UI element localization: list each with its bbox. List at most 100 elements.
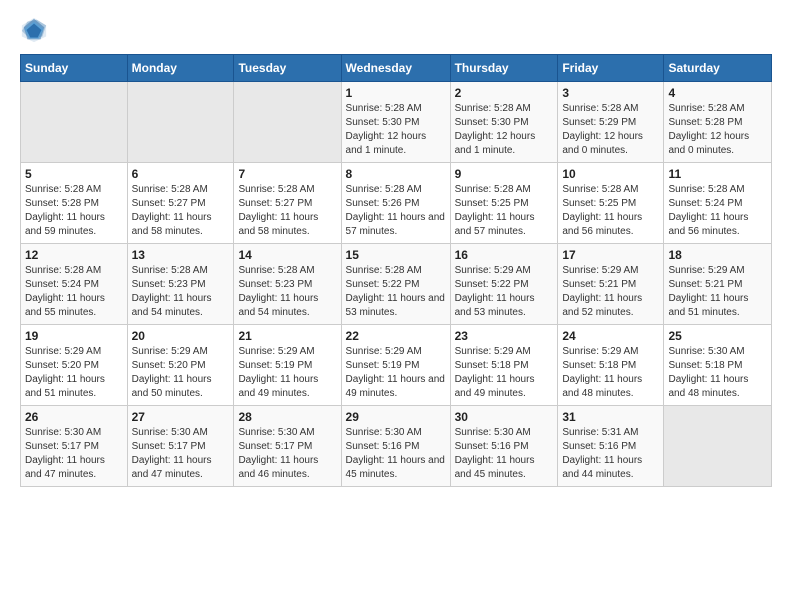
calendar-cell: 14 Sunrise: 5:28 AMSunset: 5:23 PMDayligh… — [234, 244, 341, 325]
day-number: 13 — [132, 248, 230, 262]
day-number: 30 — [455, 410, 554, 424]
day-number: 22 — [346, 329, 446, 343]
header — [20, 16, 772, 44]
day-info: Sunrise: 5:29 AMSunset: 5:22 PMDaylight:… — [455, 264, 554, 320]
day-info: Sunrise: 5:30 AMSunset: 5:17 PMDaylight:… — [132, 426, 230, 482]
day-info: Sunrise: 5:28 AMSunset: 5:30 PMDaylight:… — [455, 102, 554, 158]
page-container: SundayMondayTuesdayWednesdayThursdayFrid… — [0, 0, 792, 497]
day-number: 12 — [25, 248, 123, 262]
header-row: SundayMondayTuesdayWednesdayThursdayFrid… — [21, 55, 772, 82]
calendar-cell: 22Sunrise: 5:29 AMSunset: 5:19 PMDayligh… — [341, 325, 450, 406]
calendar-cell: 6Sunrise: 5:28 AMSunset: 5:27 PMDaylight… — [127, 163, 234, 244]
day-number: 20 — [132, 329, 230, 343]
day-info: Sunrise: 5:29 AMSunset: 5:21 PMDaylight:… — [562, 264, 659, 320]
day-info: Sunrise: 5:29 AMSunset: 5:19 PMDaylight:… — [238, 345, 336, 401]
day-header-tuesday: Tuesday — [234, 55, 341, 82]
day-info: Sunrise: 5:28 AMSunset: 5:23 PMDaylight:… — [132, 264, 230, 320]
calendar-cell: 8Sunrise: 5:28 AMSunset: 5:26 PMDaylight… — [341, 163, 450, 244]
day-number: 24 — [562, 329, 659, 343]
day-info: Sunrise: 5:30 AMSunset: 5:17 PMDaylight:… — [25, 426, 123, 482]
day-number: 18 — [668, 248, 767, 262]
day-info: Sunrise: 5:29 AMSunset: 5:21 PMDaylight:… — [668, 264, 767, 320]
day-header-thursday: Thursday — [450, 55, 558, 82]
calendar-cell: 30 Sunrise: 5:30 AMSunset: 5:16 PMDayligh… — [450, 406, 558, 487]
day-info: Sunrise: 5:29 AMSunset: 5:20 PMDaylight:… — [132, 345, 230, 401]
day-info: Sunrise: 5:28 AMSunset: 5:28 PMDaylight:… — [25, 183, 123, 239]
calendar-cell: 15 Sunrise: 5:28 AMSunset: 5:22 PMDayligh… — [341, 244, 450, 325]
calendar-cell: 5 Sunrise: 5:28 AMSunset: 5:28 PMDaylight… — [21, 163, 128, 244]
day-header-saturday: Saturday — [664, 55, 772, 82]
day-number: 7 — [238, 167, 336, 181]
day-info: Sunrise: 5:28 AMSunset: 5:30 PMDaylight:… — [346, 102, 446, 158]
week-row-3: 12 Sunrise: 5:28 AMSunset: 5:24 PMDayligh… — [21, 244, 772, 325]
day-info: Sunrise: 5:28 AMSunset: 5:24 PMDaylight:… — [25, 264, 123, 320]
day-number: 6 — [132, 167, 230, 181]
calendar-cell: 31 Sunrise: 5:31 AMSunset: 5:16 PMDayligh… — [558, 406, 664, 487]
day-number: 2 — [455, 86, 554, 100]
calendar-cell: 17 Sunrise: 5:29 AMSunset: 5:21 PMDayligh… — [558, 244, 664, 325]
day-info: Sunrise: 5:30 AMSunset: 5:16 PMDaylight:… — [346, 426, 446, 482]
day-info: Sunrise: 5:30 AMSunset: 5:18 PMDaylight:… — [668, 345, 767, 401]
day-number: 11 — [668, 167, 767, 181]
calendar-cell: 24 Sunrise: 5:29 AMSunset: 5:18 PMDayligh… — [558, 325, 664, 406]
day-info: Sunrise: 5:28 AMSunset: 5:23 PMDaylight:… — [238, 264, 336, 320]
day-header-monday: Monday — [127, 55, 234, 82]
day-info: Sunrise: 5:29 AMSunset: 5:18 PMDaylight:… — [562, 345, 659, 401]
day-info: Sunrise: 5:30 AMSunset: 5:17 PMDaylight:… — [238, 426, 336, 482]
calendar-cell — [127, 82, 234, 163]
calendar-cell — [234, 82, 341, 163]
day-number: 25 — [668, 329, 767, 343]
calendar-cell: 9Sunrise: 5:28 AMSunset: 5:25 PMDaylight… — [450, 163, 558, 244]
day-number: 29 — [346, 410, 446, 424]
calendar-cell: 26Sunrise: 5:30 AMSunset: 5:17 PMDayligh… — [21, 406, 128, 487]
day-number: 15 — [346, 248, 446, 262]
logo — [20, 16, 52, 44]
day-info: Sunrise: 5:29 AMSunset: 5:20 PMDaylight:… — [25, 345, 123, 401]
calendar-cell: 19 Sunrise: 5:29 AMSunset: 5:20 PMDayligh… — [21, 325, 128, 406]
calendar-cell: 11 Sunrise: 5:28 AMSunset: 5:24 PMDayligh… — [664, 163, 772, 244]
day-info: Sunrise: 5:28 AMSunset: 5:24 PMDaylight:… — [668, 183, 767, 239]
calendar-cell — [664, 406, 772, 487]
week-row-1: 1 Sunrise: 5:28 AMSunset: 5:30 PMDaylight… — [21, 82, 772, 163]
day-info: Sunrise: 5:28 AMSunset: 5:22 PMDaylight:… — [346, 264, 446, 320]
day-info: Sunrise: 5:28 AMSunset: 5:27 PMDaylight:… — [238, 183, 336, 239]
day-header-sunday: Sunday — [21, 55, 128, 82]
calendar-cell: 16 Sunrise: 5:29 AMSunset: 5:22 PMDayligh… — [450, 244, 558, 325]
day-number: 23 — [455, 329, 554, 343]
week-row-2: 5 Sunrise: 5:28 AMSunset: 5:28 PMDaylight… — [21, 163, 772, 244]
day-info: Sunrise: 5:28 AMSunset: 5:28 PMDaylight:… — [668, 102, 767, 158]
day-number: 9 — [455, 167, 554, 181]
day-number: 27 — [132, 410, 230, 424]
week-row-5: 26Sunrise: 5:30 AMSunset: 5:17 PMDayligh… — [21, 406, 772, 487]
day-number: 1 — [346, 86, 446, 100]
day-info: Sunrise: 5:31 AMSunset: 5:16 PMDaylight:… — [562, 426, 659, 482]
day-header-friday: Friday — [558, 55, 664, 82]
day-number: 10 — [562, 167, 659, 181]
day-number: 14 — [238, 248, 336, 262]
day-number: 17 — [562, 248, 659, 262]
day-number: 31 — [562, 410, 659, 424]
day-number: 28 — [238, 410, 336, 424]
calendar-cell: 21Sunrise: 5:29 AMSunset: 5:19 PMDayligh… — [234, 325, 341, 406]
logo-icon — [20, 16, 48, 44]
day-number: 19 — [25, 329, 123, 343]
day-info: Sunrise: 5:28 AMSunset: 5:29 PMDaylight:… — [562, 102, 659, 158]
week-row-4: 19 Sunrise: 5:29 AMSunset: 5:20 PMDayligh… — [21, 325, 772, 406]
calendar-cell: 23 Sunrise: 5:29 AMSunset: 5:18 PMDayligh… — [450, 325, 558, 406]
calendar-cell: 28 Sunrise: 5:30 AMSunset: 5:17 PMDayligh… — [234, 406, 341, 487]
day-info: Sunrise: 5:29 AMSunset: 5:18 PMDaylight:… — [455, 345, 554, 401]
day-header-wednesday: Wednesday — [341, 55, 450, 82]
day-number: 16 — [455, 248, 554, 262]
calendar-cell: 1 Sunrise: 5:28 AMSunset: 5:30 PMDaylight… — [341, 82, 450, 163]
calendar-cell: 13 Sunrise: 5:28 AMSunset: 5:23 PMDayligh… — [127, 244, 234, 325]
day-number: 3 — [562, 86, 659, 100]
day-info: Sunrise: 5:28 AMSunset: 5:25 PMDaylight:… — [562, 183, 659, 239]
day-number: 5 — [25, 167, 123, 181]
calendar-table: SundayMondayTuesdayWednesdayThursdayFrid… — [20, 54, 772, 487]
calendar-cell: 7 Sunrise: 5:28 AMSunset: 5:27 PMDaylight… — [234, 163, 341, 244]
calendar-cell: 12 Sunrise: 5:28 AMSunset: 5:24 PMDayligh… — [21, 244, 128, 325]
day-info: Sunrise: 5:30 AMSunset: 5:16 PMDaylight:… — [455, 426, 554, 482]
day-number: 4 — [668, 86, 767, 100]
calendar-cell: 18 Sunrise: 5:29 AMSunset: 5:21 PMDayligh… — [664, 244, 772, 325]
calendar-cell: 27 Sunrise: 5:30 AMSunset: 5:17 PMDayligh… — [127, 406, 234, 487]
